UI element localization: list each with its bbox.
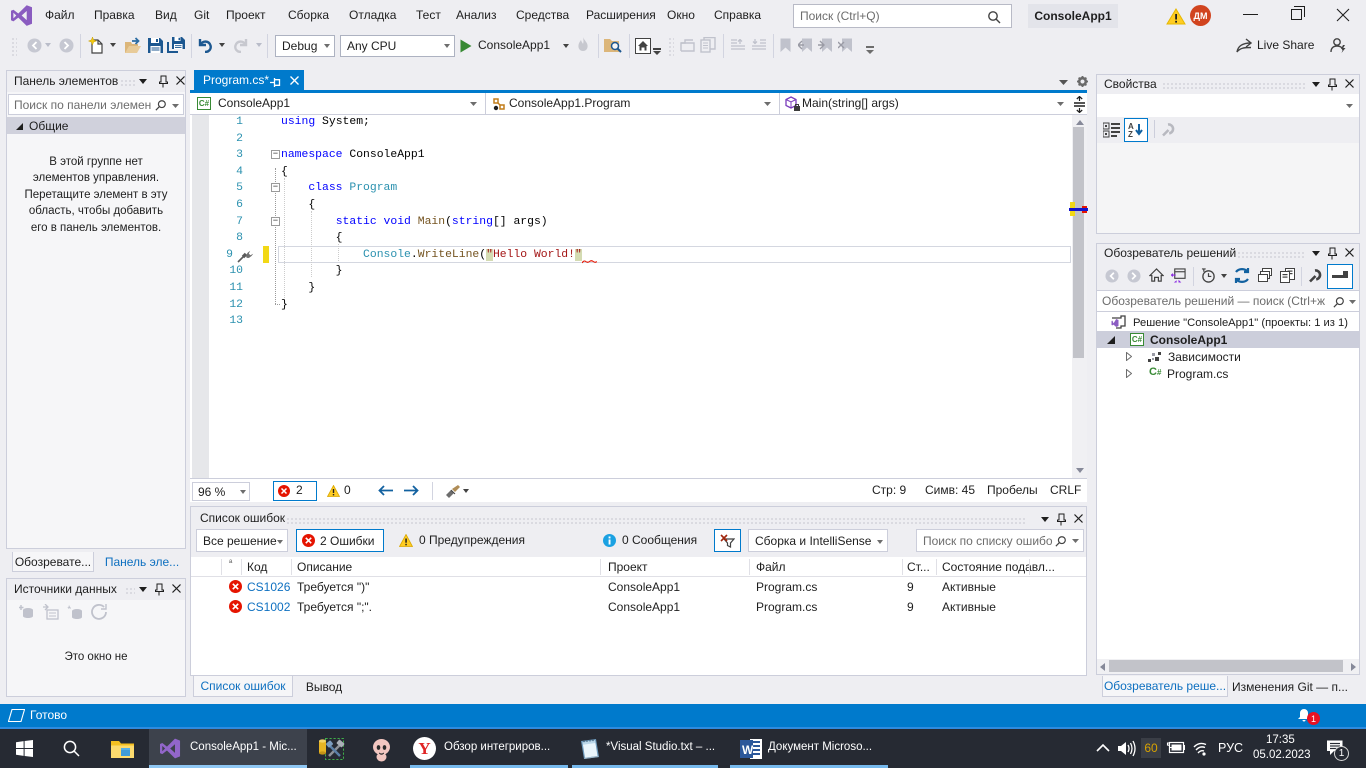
svg-text:W: W (742, 743, 754, 757)
svg-text:Z: Z (1128, 130, 1133, 138)
